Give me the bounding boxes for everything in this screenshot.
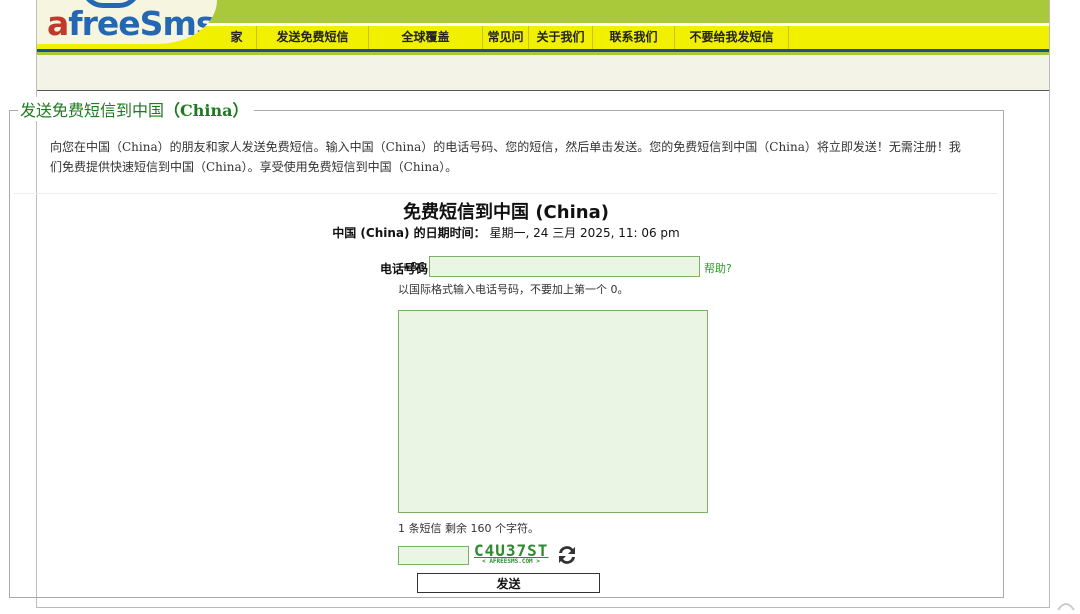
nav-item-contact-us[interactable]: 联系我们 bbox=[593, 26, 675, 49]
intro-paragraph: 向您在中国（China）的朋友和家人发送免费短信。输入中国（China）的电话号… bbox=[50, 140, 961, 174]
nav-item-global-coverage[interactable]: 全球覆盖 bbox=[369, 26, 483, 49]
datetime-value: 星期一, 24 三月 2025, 11: 06 pm bbox=[489, 226, 680, 240]
nav-item-home[interactable]: 家 bbox=[217, 26, 257, 49]
phone-number-input[interactable] bbox=[429, 256, 700, 277]
logo-text: afreeSms bbox=[47, 4, 215, 43]
nav-item-about-us[interactable]: 关于我们 bbox=[529, 26, 593, 49]
datetime-label: 中国 (China) 的日期时间： bbox=[332, 226, 486, 240]
refresh-icon[interactable] bbox=[555, 543, 579, 567]
intro-divider bbox=[14, 193, 998, 194]
send-button[interactable]: 发送 bbox=[417, 573, 600, 593]
nav-item-send-free-sms[interactable]: 发送免费短信 bbox=[257, 26, 369, 49]
captcha-image: C4U37ST < AFREESMS.COM > bbox=[474, 543, 548, 569]
section-legend: 发送免费短信到中国（China） bbox=[18, 97, 255, 121]
local-datetime: 中国 (China) 的日期时间： 星期一, 24 三月 2025, 11: 0… bbox=[0, 224, 1012, 241]
nav-items: 家 发送免费短信 全球覆盖 常见问 关于我们 联系我们 不要给我发短信 bbox=[217, 26, 789, 49]
captcha-input[interactable] bbox=[398, 546, 469, 565]
nav-item-faq[interactable]: 常见问 bbox=[483, 26, 529, 49]
site-logo[interactable]: afreeSms bbox=[37, 0, 217, 44]
phone-hint: 以国际格式输入电话号码，不要加上第一个 0。 bbox=[398, 283, 629, 296]
country-code: +86 bbox=[400, 260, 426, 274]
character-counter: 1 条短信 剩余 160 个字符。 bbox=[398, 522, 539, 535]
sub-header-bar bbox=[37, 55, 1049, 91]
form-title: 免费短信到中国 (China) bbox=[403, 202, 609, 223]
help-link[interactable]: 帮助? bbox=[704, 260, 732, 276]
message-textarea[interactable] bbox=[398, 310, 708, 513]
captcha-site: < AFREESMS.COM > bbox=[482, 558, 540, 565]
captcha-code: C4U37ST bbox=[474, 541, 549, 560]
page-corner-icon bbox=[1057, 603, 1075, 611]
nav-item-do-not-sms[interactable]: 不要给我发短信 bbox=[675, 26, 789, 49]
